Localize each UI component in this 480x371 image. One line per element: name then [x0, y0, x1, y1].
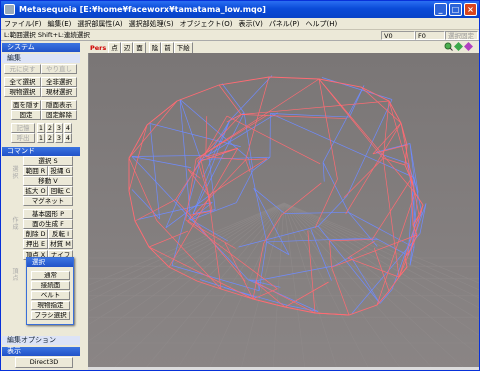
display-panel-header[interactable]: 表示 [2, 347, 80, 356]
recall-slot-4[interactable]: 4 [64, 133, 72, 143]
direct3d-button[interactable]: Direct3D [15, 357, 73, 368]
move-tool-button[interactable]: 移動 V [23, 176, 73, 186]
3d-viewport[interactable] [88, 53, 479, 369]
menu-view[interactable]: 表示(V) [236, 18, 266, 30]
memory-slot-3[interactable]: 3 [55, 123, 63, 133]
reverse-tool-button[interactable]: 反転 I [48, 229, 73, 239]
menu-edit[interactable]: 編集(E) [45, 18, 75, 30]
select-belt-option[interactable]: ベルト [31, 291, 70, 300]
select-brush-option[interactable]: ブラシ選択 [31, 311, 70, 320]
fix-button[interactable]: 固定 [11, 110, 41, 120]
select-all-button[interactable]: 全て選択 [4, 77, 41, 87]
vertex-count: V0 [381, 31, 415, 40]
system-panel-header[interactable]: システム [2, 43, 80, 52]
viewport-scrollbar[interactable] [88, 367, 479, 370]
lasso-tool-button[interactable]: 投縄 G [48, 166, 73, 176]
command-panel-header[interactable]: コマンド [2, 147, 80, 156]
title-bar: Metasequoia [E:¥home¥faceworx¥tamatama_l… [1, 1, 479, 18]
select-current-object-option[interactable]: 現物指定 [31, 301, 70, 310]
memory-slot-4[interactable]: 4 [64, 123, 72, 133]
unfix-button[interactable]: 固定解除 [41, 110, 77, 120]
select-normal-option[interactable]: 通常 [31, 271, 70, 280]
selection-popup: 選択 通常 接続面 ベルト 現物指定 ブラシ選択 [26, 257, 74, 325]
recall-slot-3[interactable]: 3 [55, 133, 63, 143]
zoom-icon[interactable] [444, 42, 453, 51]
face-generate-button[interactable]: 面の生成 F [23, 219, 73, 229]
basic-shape-button[interactable]: 基本図形 P [23, 209, 73, 219]
status-bar: L:範囲選択 Shift+L:連続選択 V0 F0 選択固定 [1, 30, 479, 41]
recall-slot-1[interactable]: 1 [37, 133, 45, 143]
recall-button[interactable]: 呼出 [11, 133, 35, 143]
menu-panel[interactable]: パネル(P) [266, 18, 303, 30]
maximize-button[interactable]: □ [449, 3, 462, 16]
view-toolbar: Pers 点辺面陰前下絵 [88, 41, 479, 54]
close-button[interactable]: × [464, 3, 477, 16]
window-title: Metasequoia [E:¥home¥faceworx¥tamatama_l… [19, 5, 266, 14]
delete-tool-button[interactable]: 削除 D [23, 229, 48, 239]
face-count: F0 [415, 31, 445, 40]
edit-panel-header[interactable]: 編集 [2, 54, 80, 63]
select-current-button[interactable]: 現物選択 [4, 87, 41, 97]
edit-option-panel-header[interactable]: 編集オプション [2, 336, 80, 345]
selection-fixed-indicator[interactable]: 選択固定 [445, 31, 478, 40]
hide-face-button[interactable]: 面を隠す [11, 100, 41, 110]
memory-slot-2[interactable]: 2 [46, 123, 54, 133]
rotate-tool-button[interactable]: 回転 C [48, 186, 73, 196]
select-group-label: 選択 [12, 166, 19, 180]
rotate-view-icon[interactable] [454, 42, 463, 51]
vertex-group-label: 頂点 [12, 268, 19, 282]
menu-file[interactable]: ファイル(F) [1, 18, 45, 30]
app-icon [4, 4, 15, 15]
redo-button[interactable]: やり直し [41, 64, 77, 74]
range-tool-button[interactable]: 範囲 R [23, 166, 48, 176]
material-tool-button[interactable]: 材質 M [48, 239, 73, 249]
show-hidden-button[interactable]: 隠面表示 [41, 100, 77, 110]
scale-tool-button[interactable]: 拡大 O [23, 186, 48, 196]
pan-view-icon[interactable] [464, 42, 473, 51]
select-connected-option[interactable]: 接続面 [31, 281, 70, 290]
memory-slot-1[interactable]: 1 [37, 123, 45, 133]
select-material-button[interactable]: 現材選択 [41, 87, 77, 97]
selection-popup-title[interactable]: 選択 [27, 258, 73, 267]
magnet-tool-button[interactable]: マグネット [23, 196, 73, 206]
menu-bar: ファイル(F) 編集(E) 選択部属性(A) 選択部処理(S) オブジェクト(O) 表示(… [1, 18, 479, 30]
menu-help[interactable]: ヘルプ(H) [303, 18, 341, 30]
app-window: Metasequoia [E:¥home¥faceworx¥tamatama_l… [0, 0, 480, 371]
undo-button[interactable]: 元に戻す [4, 64, 41, 74]
wireframe-scene [89, 53, 479, 369]
deselect-all-button[interactable]: 全非選択 [41, 77, 77, 87]
menu-object[interactable]: オブジェクト(O) [177, 18, 236, 30]
extrude-tool-button[interactable]: 押出 E [23, 239, 48, 249]
status-hint: L:範囲選択 Shift+L:連続選択 [4, 31, 90, 39]
menu-selection-proc[interactable]: 選択部処理(S) [126, 18, 177, 30]
menu-selection-attr[interactable]: 選択部属性(A) [74, 18, 125, 30]
tab-perspective[interactable]: Pers [88, 43, 108, 53]
minimize-button[interactable]: _ [434, 3, 447, 16]
memory-button[interactable]: 記憶 [11, 123, 35, 133]
create-group-label: 作成 [12, 217, 19, 231]
select-tool-button[interactable]: 選択 S [23, 156, 73, 166]
recall-slot-2[interactable]: 2 [46, 133, 54, 143]
